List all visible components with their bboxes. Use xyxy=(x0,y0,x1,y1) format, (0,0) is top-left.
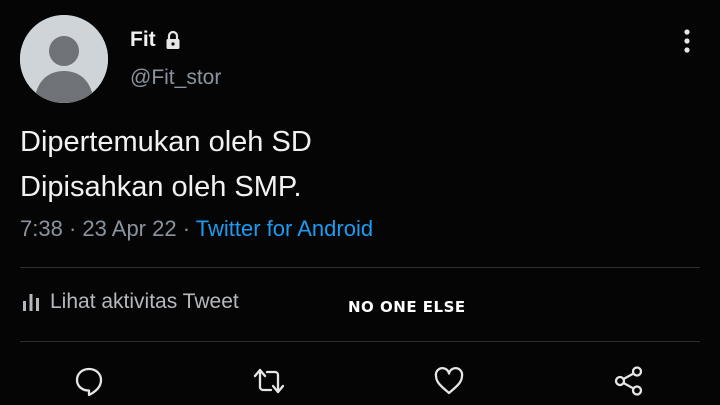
default-avatar-icon xyxy=(20,15,108,103)
tweet-line-2: Dipisahkan oleh SMP. xyxy=(20,171,302,203)
tweet-source-link[interactable]: Twitter for Android xyxy=(196,216,373,241)
view-activity-label: Lihat aktivitas Tweet xyxy=(50,290,239,313)
overlay-caption: NO ONE ELSE xyxy=(348,298,466,316)
meta-separator: · xyxy=(182,216,191,241)
reply-icon xyxy=(75,367,103,397)
view-activity-link[interactable]: Lihat aktivitas Tweet xyxy=(22,290,239,314)
divider xyxy=(20,341,700,342)
tweet-line-1: Dipertemukan oleh SD xyxy=(20,126,312,158)
tweet-time[interactable]: 7:38 xyxy=(20,216,63,241)
heart-icon xyxy=(434,367,464,395)
like-button[interactable] xyxy=(432,364,466,398)
retweet-icon xyxy=(253,368,285,394)
share-button[interactable] xyxy=(612,364,646,398)
author-name-row: Fit xyxy=(130,28,182,52)
lock-icon xyxy=(166,30,180,49)
reply-button[interactable] xyxy=(72,364,106,398)
more-options-icon[interactable] xyxy=(681,28,693,54)
share-icon xyxy=(614,366,643,396)
tweet-text: Dipertemukan oleh SD Dipisahkan oleh SMP… xyxy=(20,120,312,210)
author-handle[interactable]: @Fit_stor xyxy=(130,66,221,90)
divider xyxy=(20,267,700,268)
tweet-meta: 7:38 · 23 Apr 22 · Twitter for Android xyxy=(20,216,373,242)
bar-chart-icon xyxy=(23,294,39,311)
display-name[interactable]: Fit xyxy=(130,28,156,52)
retweet-button[interactable] xyxy=(252,364,286,398)
meta-separator: · xyxy=(68,216,77,241)
tweet-date[interactable]: 23 Apr 22 xyxy=(82,216,176,241)
avatar[interactable] xyxy=(20,15,108,103)
